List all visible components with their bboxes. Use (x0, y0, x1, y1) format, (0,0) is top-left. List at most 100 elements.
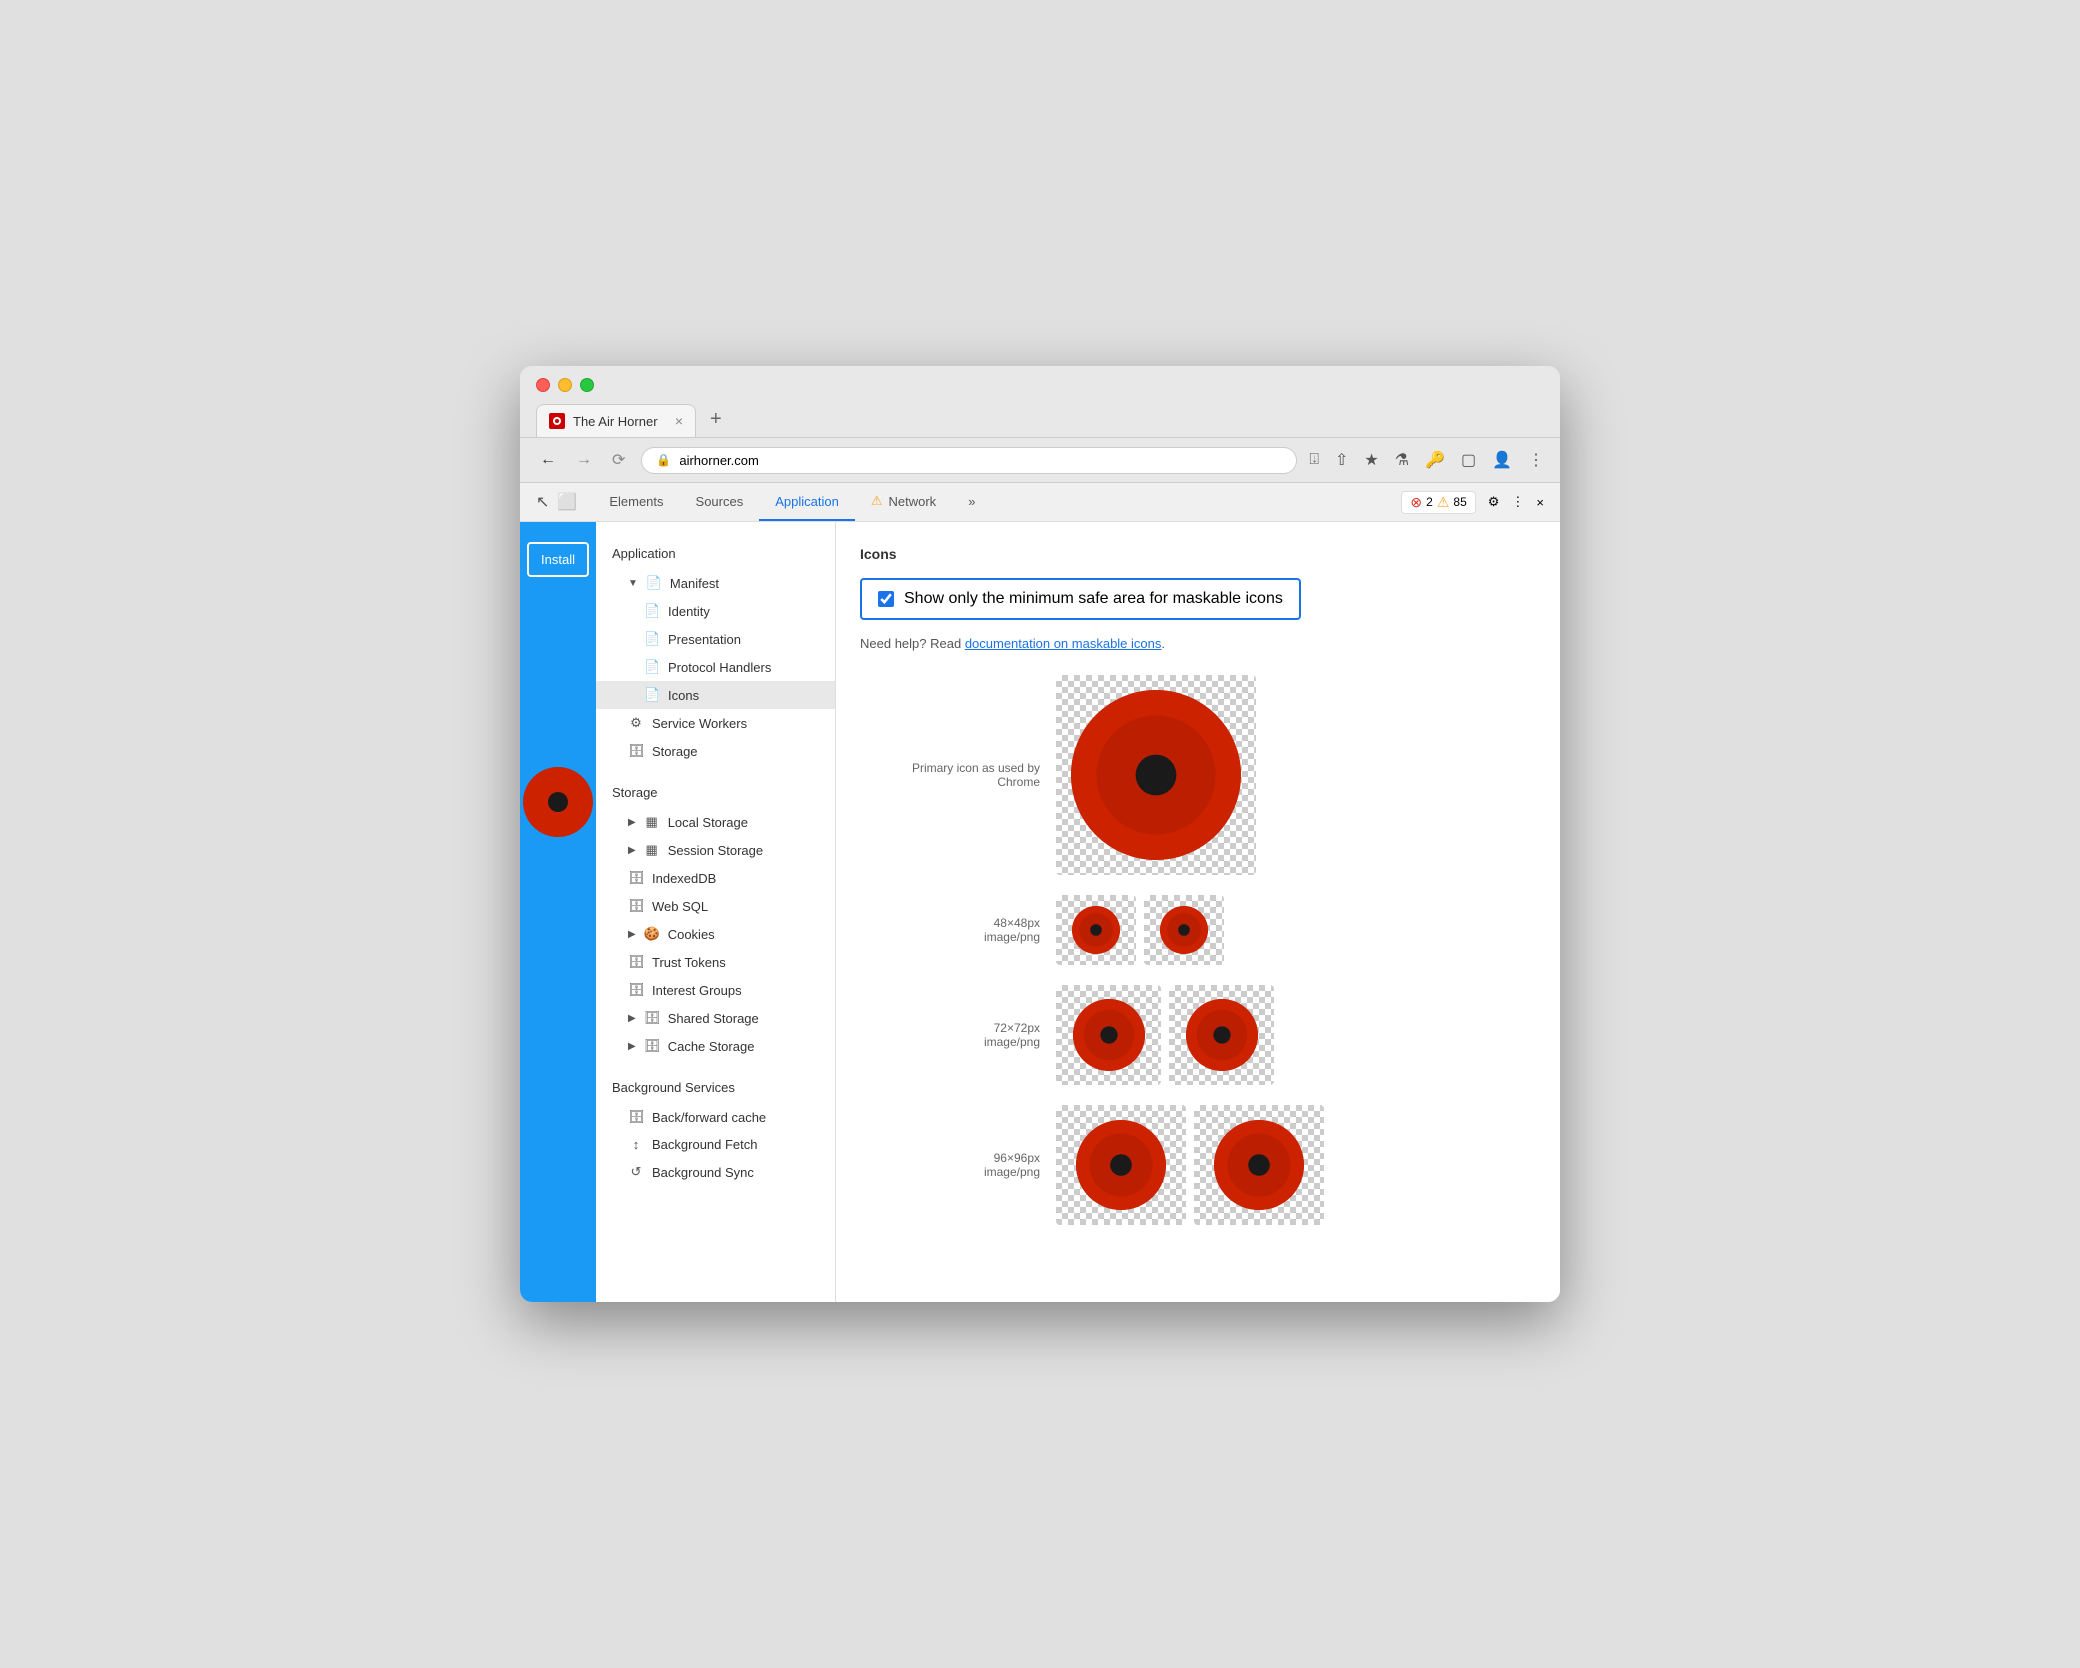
url-text: airhorner.com (679, 453, 758, 468)
horner-48-2 (1160, 906, 1208, 954)
new-tab-button[interactable]: + (700, 402, 732, 437)
warning-count-icon: ⚠ (1437, 494, 1450, 511)
sidebar-item-interest-groups[interactable]: 🗄 Interest Groups (596, 976, 835, 1004)
sidebar-item-shared-storage[interactable]: ▶ 🗄 Shared Storage (596, 1004, 835, 1032)
icon-72-checkered-2 (1169, 985, 1274, 1085)
indexeddb-icon: 🗄 (628, 870, 644, 886)
blue-sidebar: Install (520, 522, 596, 1302)
sidebar-item-back-forward-cache[interactable]: 🗄 Back/forward cache (596, 1103, 835, 1131)
tab-close-button[interactable]: × (675, 413, 683, 429)
horner-72-2 (1186, 999, 1258, 1071)
sidebar-item-storage[interactable]: 🗄 Storage (596, 737, 835, 765)
tab-favicon (549, 413, 565, 429)
tab-elements[interactable]: Elements (593, 484, 679, 521)
cookies-icon: 🍪 (644, 926, 660, 942)
browser-window: The Air Horner × + ← → ⟳ 🔒 airhorner.com… (520, 366, 1560, 1302)
back-button[interactable]: ← (536, 447, 560, 473)
icon-72-label: 72×72px image/png (860, 1021, 1040, 1049)
split-view-icon[interactable]: ▢ (1461, 450, 1476, 470)
background-services-title: Background Services (596, 1072, 835, 1103)
devtools-bar: ↖ ⬜ Elements Sources Application ⚠ Netwo… (520, 483, 1560, 522)
reload-button[interactable]: ⟳ (608, 446, 629, 474)
sidebar-item-local-storage[interactable]: ▶ ▦ Local Storage (596, 808, 835, 836)
share-icon[interactable]: ⇧ (1335, 450, 1348, 470)
bookmark-icon[interactable]: ★ (1364, 450, 1378, 470)
profile-lock-icon[interactable]: 🔑 (1425, 450, 1445, 470)
icon-96-pair (1056, 1105, 1324, 1225)
sidebar-item-background-fetch[interactable]: ↕ Background Fetch (596, 1131, 835, 1158)
sidebar-item-service-workers[interactable]: ⚙ Service Workers (596, 709, 835, 737)
icon-row-48: 48×48px image/png (860, 895, 1536, 965)
active-tab[interactable]: The Air Horner × (536, 404, 696, 437)
profile-icon[interactable]: 👤 (1492, 450, 1512, 470)
doc-icon-4: 📄 (644, 687, 660, 703)
icon-48-checkered-1 (1056, 895, 1136, 965)
devtools-close-button[interactable]: × (1536, 495, 1544, 510)
cache-storage-icon: 🗄 (644, 1038, 660, 1054)
icon-grid: Primary icon as used by Chrome (860, 675, 1536, 1225)
devtools-settings-icon[interactable]: ⚙ (1488, 494, 1500, 510)
document-icon: 📄 (646, 575, 662, 591)
tab-title: The Air Horner (573, 414, 658, 429)
application-section-title: Application (596, 538, 835, 569)
devtools-more-icon[interactable]: ⋮ (1511, 494, 1524, 510)
sidebar-item-identity[interactable]: 📄 Identity (596, 597, 835, 625)
content-area: Icons Show only the minimum safe area fo… (836, 522, 1560, 1302)
chrome-horner-icon (1071, 690, 1241, 860)
sidebar-item-indexeddb[interactable]: 🗄 IndexedDB (596, 864, 835, 892)
cookies-arrow: ▶ (628, 929, 636, 940)
maximize-traffic-light[interactable] (580, 378, 594, 392)
documentation-link[interactable]: documentation on maskable icons (965, 636, 1162, 651)
close-traffic-light[interactable] (536, 378, 550, 392)
sidebar-item-trust-tokens[interactable]: 🗄 Trust Tokens (596, 948, 835, 976)
icon-row-96: 96×96px image/png (860, 1105, 1536, 1225)
chrome-icon-checkered (1056, 675, 1256, 875)
maskable-icons-checkbox[interactable] (878, 591, 894, 607)
sidebar-item-session-storage[interactable]: ▶ ▦ Session Storage (596, 836, 835, 864)
sidebar-item-web-sql[interactable]: 🗄 Web SQL (596, 892, 835, 920)
icon-48-label: 48×48px image/png (860, 916, 1040, 944)
icon-48-checkered-2 (1144, 895, 1224, 965)
menu-icon[interactable]: ⋮ (1528, 450, 1544, 470)
sidebar-item-cookies[interactable]: ▶ 🍪 Cookies (596, 920, 835, 948)
sidebar-item-icons[interactable]: 📄 Icons (596, 681, 835, 709)
doc-icon-2: 📄 (644, 631, 660, 647)
forward-button[interactable]: → (572, 447, 596, 473)
tab-bar: The Air Horner × + (536, 402, 1544, 437)
websql-icon: 🗄 (628, 898, 644, 914)
horner-preview-icon (523, 767, 593, 837)
sidebar-item-presentation[interactable]: 📄 Presentation (596, 625, 835, 653)
sidebar-item-background-sync[interactable]: ↺ Background Sync (596, 1158, 835, 1186)
horner-72-1 (1073, 999, 1145, 1071)
icon-row-72: 72×72px image/png (860, 985, 1536, 1085)
horner-96-1 (1076, 1120, 1166, 1210)
error-badge: ⊗ 2 ⚠ 85 (1401, 491, 1475, 514)
horner-inner-dot (548, 792, 568, 812)
tab-sources[interactable]: Sources (680, 484, 760, 521)
doc-icon-3: 📄 (644, 659, 660, 675)
cursor-tool[interactable]: ↖ (536, 492, 549, 512)
shared-storage-icon: 🗄 (644, 1010, 660, 1026)
sidebar-item-protocol-handlers[interactable]: 📄 Protocol Handlers (596, 653, 835, 681)
maskable-icons-checkbox-container: Show only the minimum safe area for mask… (860, 578, 1301, 620)
install-button[interactable]: Install (527, 542, 589, 577)
horner-48-1 (1072, 906, 1120, 954)
nav-sidebar: Application ▼ 📄 Manifest 📄 Identity 📄 Pr… (596, 522, 836, 1302)
more-tabs-button[interactable]: » (952, 484, 991, 521)
expand-arrow-icon: ▼ (628, 578, 638, 589)
icon-96-checkered-1 (1056, 1105, 1186, 1225)
icon-row-chrome: Primary icon as used by Chrome (860, 675, 1536, 875)
tab-network[interactable]: ⚠ Network (855, 483, 952, 521)
sidebar-item-cache-storage[interactable]: ▶ 🗄 Cache Storage (596, 1032, 835, 1060)
url-bar[interactable]: 🔒 airhorner.com (641, 447, 1297, 474)
download-icon[interactable]: ⍗ (1309, 451, 1319, 469)
cache-storage-arrow: ▶ (628, 1041, 636, 1052)
minimize-traffic-light[interactable] (558, 378, 572, 392)
session-storage-arrow: ▶ (628, 845, 636, 856)
main-content: Install Application ▼ 📄 Manifest 📄 Ident… (520, 522, 1560, 1302)
device-tool[interactable]: ⬜ (557, 492, 577, 512)
sidebar-item-manifest[interactable]: ▼ 📄 Manifest (596, 569, 835, 597)
extensions-icon[interactable]: ⚗ (1395, 450, 1409, 470)
tab-application[interactable]: Application (759, 484, 855, 521)
icon-96-checkered-2 (1194, 1105, 1324, 1225)
